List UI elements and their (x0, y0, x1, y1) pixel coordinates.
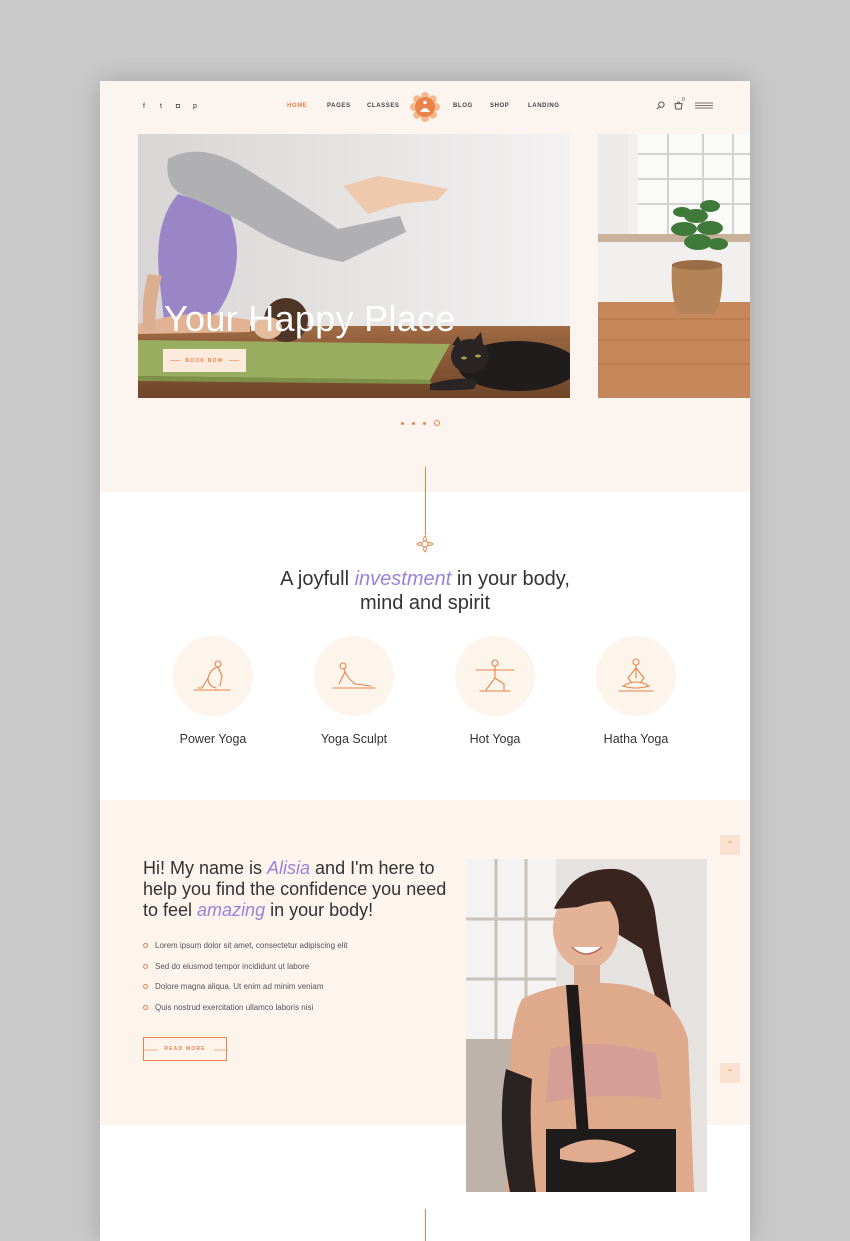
menu-icon[interactable] (695, 102, 713, 109)
divider-line-bottom (425, 1209, 426, 1241)
header-icons: 0 (656, 97, 713, 110)
tagline-part: A joyfull (280, 568, 355, 590)
read-more-button[interactable]: READ MORE (143, 1037, 228, 1061)
yoga-sculpt-pose-icon (332, 662, 376, 689)
hot-yoga-pose-icon (475, 659, 515, 692)
power-yoga-pose-icon (193, 660, 231, 691)
about-heading: Hi! My name is Alisia and I'm here to he… (143, 858, 453, 921)
class-card-hatha-yoga[interactable]: Hatha Yoga (576, 636, 696, 746)
social-links: f t ◘ p (140, 103, 199, 110)
tagline-highlight: investment (354, 568, 452, 590)
logo-lotus-icon[interactable] (409, 91, 441, 123)
nav-landing[interactable]: LANDING (528, 103, 560, 109)
class-name: Yoga Sculpt (320, 732, 388, 746)
list-item: Dolore magna aliqua. Ut enim ad minim ve… (143, 982, 348, 1003)
next-slide-photo-plant-room (598, 134, 750, 398)
class-name: Power Yoga (179, 732, 247, 746)
nav-shop[interactable]: SHOP (490, 103, 509, 109)
page: f t ◘ p HOME PAGES CLASSES BLOG SHOP LAN… (100, 81, 750, 1241)
about-amazing-highlight: amazing (197, 900, 266, 920)
instructor-portrait (466, 859, 707, 1192)
about-heading-part: Hi! My name is (143, 858, 268, 878)
class-card-power-yoga[interactable]: Power Yoga (153, 636, 273, 746)
nav-pages[interactable]: PAGES (327, 103, 351, 109)
search-icon[interactable] (656, 100, 665, 110)
about-name-highlight: Alisia (267, 858, 311, 878)
list-item: Lorem ipsum dolor sit amet, consectetur … (143, 941, 348, 962)
hero-slide-active[interactable]: Your Happy Place BOOK NOW (138, 134, 570, 398)
slider-dot-4-active[interactable] (434, 420, 440, 426)
read-more-label: READ MORE (164, 1046, 206, 1052)
list-item: Quis nostrud exercitation ullamco labori… (143, 1003, 348, 1024)
book-now-button[interactable]: BOOK NOW (163, 349, 246, 372)
lotus-divider-icon (416, 535, 434, 553)
twitter-icon[interactable]: t (157, 103, 165, 110)
class-card-hot-yoga[interactable]: Hot Yoga (435, 636, 555, 746)
tagline-second-line: mind and spirit (359, 592, 491, 614)
slider-dot-2[interactable] (412, 421, 415, 425)
nav-home[interactable]: HOME (287, 103, 307, 109)
slider-pagination (401, 420, 440, 426)
book-now-label: BOOK NOW (185, 357, 224, 364)
cart-count: 0 (682, 97, 685, 103)
back-to-top-button[interactable]: ⌃ (720, 1063, 740, 1083)
facebook-icon[interactable]: f (140, 103, 148, 110)
about-heading-part: in your body! (265, 900, 374, 920)
pinterest-icon[interactable]: p (191, 103, 199, 110)
intro-tagline: A joyfull investment in your body, mind … (100, 567, 750, 615)
class-name: Hot Yoga (469, 732, 521, 746)
slider-dot-3[interactable] (423, 421, 426, 425)
about-bullet-list: Lorem ipsum dolor sit amet, consectetur … (143, 941, 348, 1023)
list-item: Sed do eiusmod tempor incididunt ut labo… (143, 962, 348, 983)
hatha-yoga-pose-icon (618, 658, 654, 692)
hero-title: Your Happy Place (164, 298, 456, 339)
instagram-icon[interactable]: ◘ (174, 103, 182, 110)
hero-slide-next[interactable] (598, 134, 750, 398)
scroll-up-button[interactable]: ⌃ (720, 835, 740, 855)
slider-dot-1[interactable] (401, 421, 404, 425)
cart-icon[interactable]: 0 (674, 97, 686, 110)
tagline-part: in your body, (451, 568, 570, 590)
class-card-yoga-sculpt[interactable]: Yoga Sculpt (294, 636, 414, 746)
nav-blog[interactable]: BLOG (453, 103, 473, 109)
divider-line (425, 467, 426, 535)
instructor-photo (466, 859, 707, 1192)
nav-classes[interactable]: CLASSES (367, 103, 400, 109)
class-name: Hatha Yoga (603, 732, 669, 746)
